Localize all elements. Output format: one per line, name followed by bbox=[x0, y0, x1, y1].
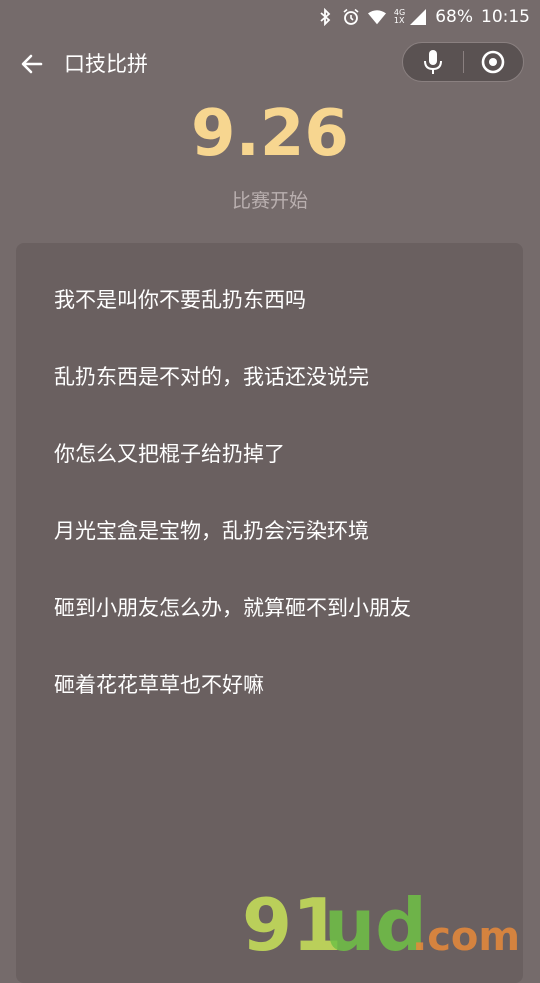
page-title: 口技比拼 bbox=[64, 52, 148, 76]
arrow-left-icon bbox=[21, 54, 43, 74]
alarm-icon bbox=[342, 8, 360, 26]
status-bar: 4G 1X 68% 10:15 bbox=[0, 0, 540, 34]
lyric-line: 砸到小朋友怎么办，就算砸不到小朋友 bbox=[54, 596, 411, 620]
header: 口技比拼 bbox=[0, 40, 540, 88]
close-button[interactable] bbox=[464, 43, 524, 81]
lyric-line: 乱扔东西是不对的，我话还没说完 bbox=[54, 365, 369, 389]
microphone-icon bbox=[423, 50, 442, 74]
back-button[interactable] bbox=[14, 46, 50, 82]
signal-icon bbox=[409, 8, 427, 26]
match-status: 比赛开始 bbox=[231, 190, 308, 212]
svg-text:.com: .com bbox=[412, 914, 520, 958]
lyric-line: 你怎么又把棍子给扔掉了 bbox=[54, 442, 285, 466]
score-value: 9.26 bbox=[191, 97, 349, 171]
lyric-line: 砸着花花草草也不好嘛 bbox=[54, 673, 264, 697]
battery-percent: 68% bbox=[435, 7, 473, 27]
wifi-icon bbox=[367, 8, 386, 26]
mini-program-capsule bbox=[402, 42, 524, 82]
bluetooth-icon bbox=[316, 8, 334, 26]
lyric-line: 月光宝盒是宝物，乱扔会污染环境 bbox=[54, 519, 369, 543]
watermark-logo: 91 ud .com bbox=[242, 888, 520, 958]
target-circle-icon bbox=[481, 50, 505, 74]
lyric-line: 我不是叫你不要乱扔东西吗 bbox=[54, 288, 306, 312]
voice-button[interactable] bbox=[403, 43, 463, 81]
lyrics-card: 我不是叫你不要乱扔东西吗 乱扔东西是不对的，我话还没说完 你怎么又把棍子给扔掉了… bbox=[16, 243, 523, 983]
clock: 10:15 bbox=[481, 7, 530, 27]
network-type-label: 4G 1X bbox=[393, 8, 406, 25]
